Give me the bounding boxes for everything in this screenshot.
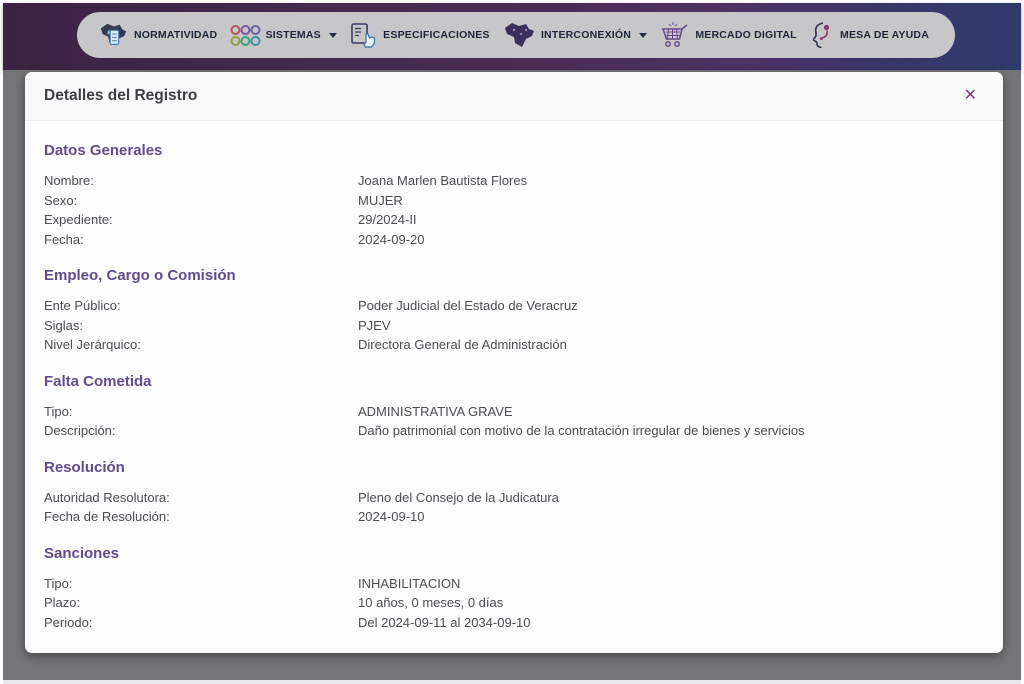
nav-item-interconexion[interactable]: INTERCONEXIÓN (502, 21, 647, 49)
row-value: Daño patrimonial con motivo de la contra… (358, 421, 981, 441)
row-value: MUJER (358, 191, 981, 211)
chevron-down-icon (329, 33, 337, 38)
page-bottom-strip (3, 680, 1021, 684)
document-hand-icon (349, 21, 378, 50)
chevron-down-icon (639, 33, 647, 38)
modal-header: Detalles del Registro ✕ (25, 72, 1003, 121)
section-title-empleo: Empleo, Cargo o Comisión (44, 266, 981, 285)
page: NORMATIVIDAD SISTEMAS (0, 0, 1024, 684)
modal-body: Datos Generales Nombre: Joana Marlen Bau… (25, 141, 1003, 632)
row-value: Del 2024-09-11 al 2034-09-10 (358, 613, 981, 633)
detail-row: Siglas: PJEV (44, 316, 981, 336)
detail-row: Plazo: 10 años, 0 meses, 0 días (44, 593, 981, 613)
row-label: Plazo: (44, 593, 358, 613)
row-label: Periodo: (44, 613, 358, 633)
detail-row: Nivel Jerárquico: Directora General de A… (44, 335, 981, 355)
nav-pill: NORMATIVIDAD SISTEMAS (77, 12, 955, 58)
section-title-sanciones: Sanciones (44, 544, 981, 563)
nav-item-normatividad[interactable]: NORMATIVIDAD (97, 20, 217, 50)
row-value: Poder Judicial del Estado de Veracruz (358, 296, 981, 316)
row-value: 2024-09-20 (358, 230, 981, 250)
modal-title: Detalles del Registro (44, 87, 197, 105)
nav-label: ESPECIFICACIONES (383, 29, 489, 41)
shopping-cart-icon (659, 20, 690, 50)
detail-row: Sexo: MUJER (44, 191, 981, 211)
nav-item-sistemas[interactable]: SISTEMAS (230, 23, 337, 48)
row-label: Ente Público: (44, 296, 358, 316)
row-value: 29/2024-II (358, 210, 981, 230)
detail-row: Tipo: ADMINISTRATIVA GRAVE (44, 402, 981, 422)
nav-label: MERCADO DIGITAL (695, 29, 796, 41)
row-label: Sexo: (44, 191, 358, 211)
detail-row: Nombre: Joana Marlen Bautista Flores (44, 171, 981, 191)
row-label: Autoridad Resolutora: (44, 488, 358, 508)
section-title-resolucion: Resolución (44, 458, 981, 477)
nav-label: INTERCONEXIÓN (541, 29, 631, 41)
row-label: Tipo: (44, 402, 358, 422)
row-label: Tipo: (44, 574, 358, 594)
record-details-modal: Detalles del Registro ✕ Datos Generales … (25, 72, 1003, 653)
row-label: Fecha de Resolución: (44, 507, 358, 527)
row-value: 10 años, 0 meses, 0 días (358, 593, 981, 613)
detail-row: Fecha de Resolución: 2024-09-10 (44, 507, 981, 527)
row-value: PJEV (358, 316, 981, 336)
detail-row: Periodo: Del 2024-09-11 al 2034-09-10 (44, 613, 981, 633)
detail-row: Expediente: 29/2024-II (44, 210, 981, 230)
row-value: 2024-09-10 (358, 507, 981, 527)
row-value: ADMINISTRATIVA GRAVE (358, 402, 981, 422)
nav-item-especificaciones[interactable]: ESPECIFICACIONES (349, 21, 489, 50)
row-value: Pleno del Consejo de la Judicatura (358, 488, 981, 508)
mexico-scroll-icon (97, 20, 129, 50)
row-label: Nombre: (44, 171, 358, 191)
nav-label: MESA DE AYUDA (840, 29, 929, 41)
circles-grid-icon (230, 23, 261, 48)
detail-row: Descripción: Daño patrimonial con motivo… (44, 421, 981, 441)
nav-item-mesa-de-ayuda[interactable]: MESA DE AYUDA (809, 20, 929, 50)
nav-label: SISTEMAS (266, 29, 321, 41)
mexico-map-icon (502, 21, 536, 49)
headset-person-icon (809, 20, 835, 50)
row-label: Expediente: (44, 210, 358, 230)
row-value: Joana Marlen Bautista Flores (358, 171, 981, 191)
close-icon[interactable]: ✕ (960, 86, 981, 106)
detail-row: Tipo: INHABILITACION (44, 574, 981, 594)
section-title-falta-cometida: Falta Cometida (44, 372, 981, 391)
row-label: Siglas: (44, 316, 358, 336)
row-value: INHABILITACION (358, 574, 981, 594)
nav-label: NORMATIVIDAD (134, 29, 217, 41)
nav-item-mercado-digital[interactable]: MERCADO DIGITAL (659, 20, 796, 50)
row-label: Fecha: (44, 230, 358, 250)
detail-row: Ente Público: Poder Judicial del Estado … (44, 296, 981, 316)
row-value: Directora General de Administración (358, 335, 981, 355)
detail-row: Fecha: 2024-09-20 (44, 230, 981, 250)
section-title-datos-generales: Datos Generales (44, 141, 981, 160)
row-label: Descripción: (44, 421, 358, 441)
detail-row: Autoridad Resolutora: Pleno del Consejo … (44, 488, 981, 508)
row-label: Nivel Jerárquico: (44, 335, 358, 355)
top-navbar: NORMATIVIDAD SISTEMAS (3, 3, 1021, 70)
